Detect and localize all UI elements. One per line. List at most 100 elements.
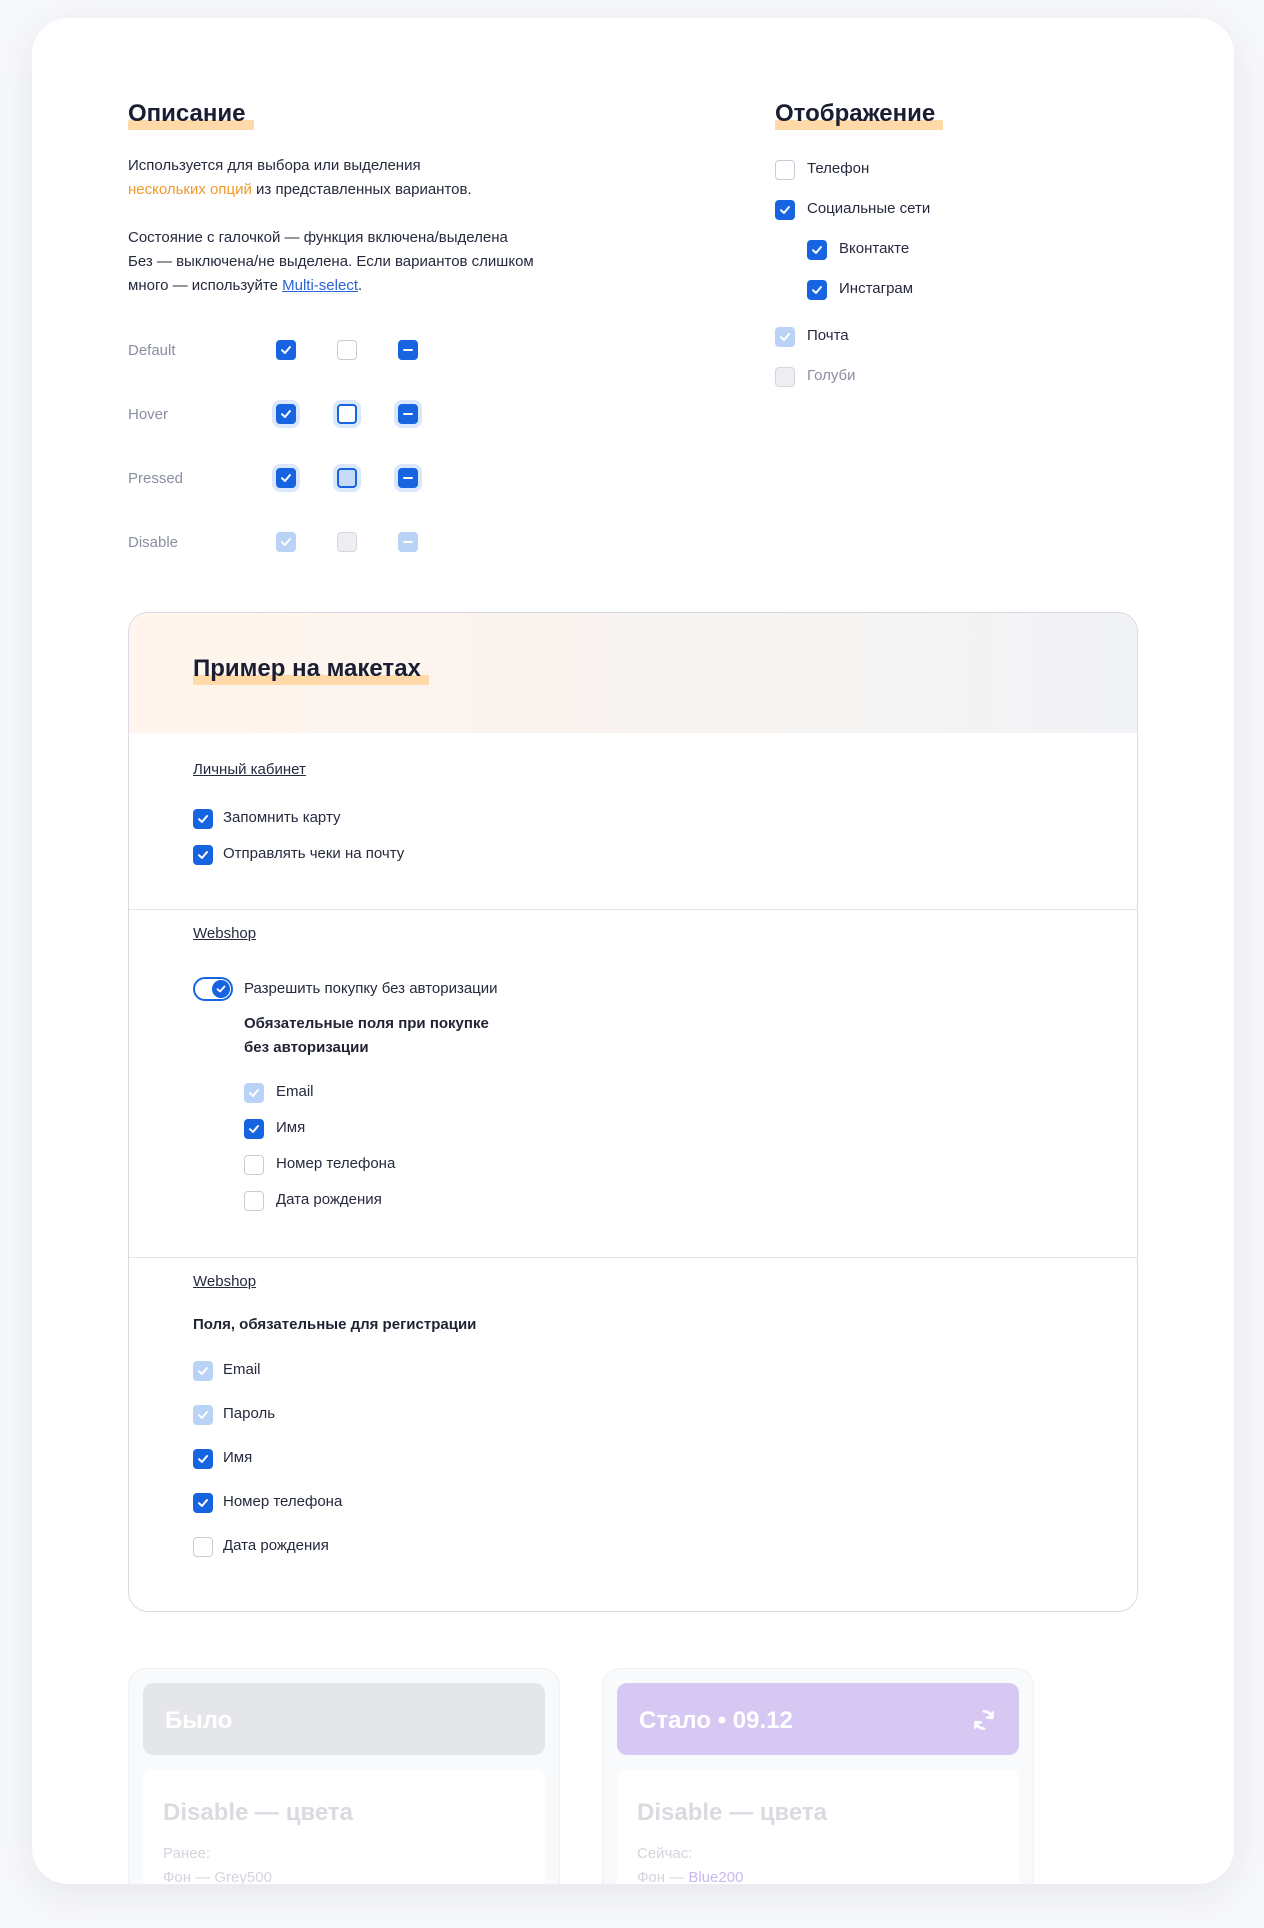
minus-icon [403,541,413,543]
label-reg-birthdate: Дата рождения [223,1537,329,1554]
description-title: Описание [128,100,254,130]
refresh-icon[interactable] [971,1707,997,1733]
allow-guest-toggle[interactable] [193,977,233,1001]
check-icon [281,538,291,546]
checkbox-reg-password [193,1405,213,1425]
check-icon [281,410,291,418]
check-icon [198,1367,208,1375]
checkbox-pressed-indeterminate[interactable] [398,468,418,488]
checkbox-reg-email [193,1361,213,1381]
checkbox-guest-name[interactable] [244,1119,264,1139]
check-icon [198,815,208,823]
check-icon [249,1125,259,1133]
multi-select-link[interactable]: Multi-select [282,277,358,294]
check-icon [812,286,822,294]
before-card: Было Disable — цвета Ранее: Фон — Grey50… [128,1668,560,1884]
check-icon [198,851,208,859]
checkbox-reg-name[interactable] [193,1449,213,1469]
description-text: Используется для выбора или выделения не… [128,154,588,298]
after-header-label: Стало • 09.12 [639,1707,793,1734]
checkbox-phone[interactable] [775,160,795,180]
accent-phrase: нескольких опций [128,181,252,198]
webshop-link-2[interactable]: Webshop [193,1273,256,1290]
checkbox-hover-unchecked[interactable] [337,404,357,424]
checkbox-hover-indeterminate[interactable] [398,404,418,424]
checkbox-send-receipts[interactable] [193,845,213,865]
documentation-card: Описание Используется для выбора или выд… [32,18,1234,1884]
checkbox-reg-phone[interactable] [193,1493,213,1513]
examples-panel: Пример на макетах Личный кабинет Запомни… [128,612,1138,1612]
check-icon [281,474,291,482]
after-note-1: Сейчас: [637,1845,693,1862]
checkbox-disabled-checked [276,532,296,552]
checkbox-social[interactable] [775,200,795,220]
checkbox-disabled-indeterminate [398,532,418,552]
label-remember-card: Запомнить карту [223,809,341,826]
label-reg-name: Имя [223,1449,253,1466]
before-note-1: Ранее: [163,1845,210,1862]
divider [129,909,1137,910]
checkbox-remember-card[interactable] [193,809,213,829]
checkbox-vk[interactable] [807,240,827,260]
check-icon [281,346,291,354]
label-send-receipts: Отправлять чеки на почту [223,845,405,862]
check-icon [198,1499,208,1507]
state-label-pressed: Pressed [128,470,184,487]
examples-title: Пример на макетах [193,655,429,685]
registration-fields-heading: Поля, обязательные для регистрации [193,1316,477,1333]
webshop-link-1[interactable]: Webshop [193,925,256,942]
check-icon [198,1411,208,1419]
checkbox-pressed-unchecked[interactable] [337,468,357,488]
description-line-4: Без — выключена/не выделена. Если вариан… [128,253,534,270]
label-pigeons: Голуби [807,367,856,384]
label-reg-password: Пароль [223,1405,276,1422]
check-icon [780,333,790,341]
label-allow-guest: Разрешить покупку без авторизации [244,980,498,997]
before-subtitle: Disable — цвета [163,1799,354,1826]
check-icon [780,206,790,214]
check-icon [198,1455,208,1463]
check-icon [812,246,822,254]
state-label-default: Default [128,342,176,359]
after-header: Стало • 09.12 [617,1683,1019,1755]
checkbox-disabled-unchecked [337,532,357,552]
description-line-1: Используется для выбора или выделения [128,157,421,174]
display-title: Отображение [775,100,944,130]
checkbox-instagram[interactable] [807,280,827,300]
checkbox-guest-birthdate[interactable] [244,1191,264,1211]
minus-icon [403,349,413,351]
label-reg-email: Email [223,1361,261,1378]
minus-icon [403,477,413,479]
checkbox-pressed-checked[interactable] [276,468,296,488]
label-instagram: Инстаграм [839,280,914,297]
personal-account-link[interactable]: Личный кабинет [193,761,306,778]
label-social: Социальные сети [807,200,931,217]
before-header: Было [143,1683,545,1755]
checkbox-guest-phone[interactable] [244,1155,264,1175]
checkbox-default-checked[interactable] [276,340,296,360]
description-line-5: много — используйте Multi-select. [128,277,363,294]
checkbox-pigeons [775,367,795,387]
checkbox-reg-birthdate[interactable] [193,1537,213,1557]
checkbox-default-unchecked[interactable] [337,340,357,360]
state-label-disable: Disable [128,534,179,551]
label-reg-phone: Номер телефона [223,1493,343,1510]
label-guest-email: Email [276,1083,314,1100]
label-guest-name: Имя [276,1119,306,1136]
label-guest-phone: Номер телефона [276,1155,396,1172]
description-line-3: Состояние с галочкой — функция включена/… [128,229,508,246]
before-body: Disable — цвета Ранее: Фон — Grey500 [143,1769,545,1884]
checkbox-guest-email [244,1083,264,1103]
check-icon [216,985,226,993]
checkbox-mail [775,327,795,347]
check-icon [249,1089,259,1097]
state-label-hover: Hover [128,406,169,423]
checkbox-default-indeterminate[interactable] [398,340,418,360]
label-guest-birthdate: Дата рождения [276,1191,382,1208]
after-note-2: Фон — Blue200 [637,1869,744,1884]
minus-icon [403,413,413,415]
label-mail: Почта [807,327,849,344]
guest-fields-heading: Обязательные поля при покупке без автори… [244,1015,489,1056]
checkbox-hover-checked[interactable] [276,404,296,424]
after-card: Стало • 09.12 Disable — цвета Сейчас: Фо… [602,1668,1034,1884]
